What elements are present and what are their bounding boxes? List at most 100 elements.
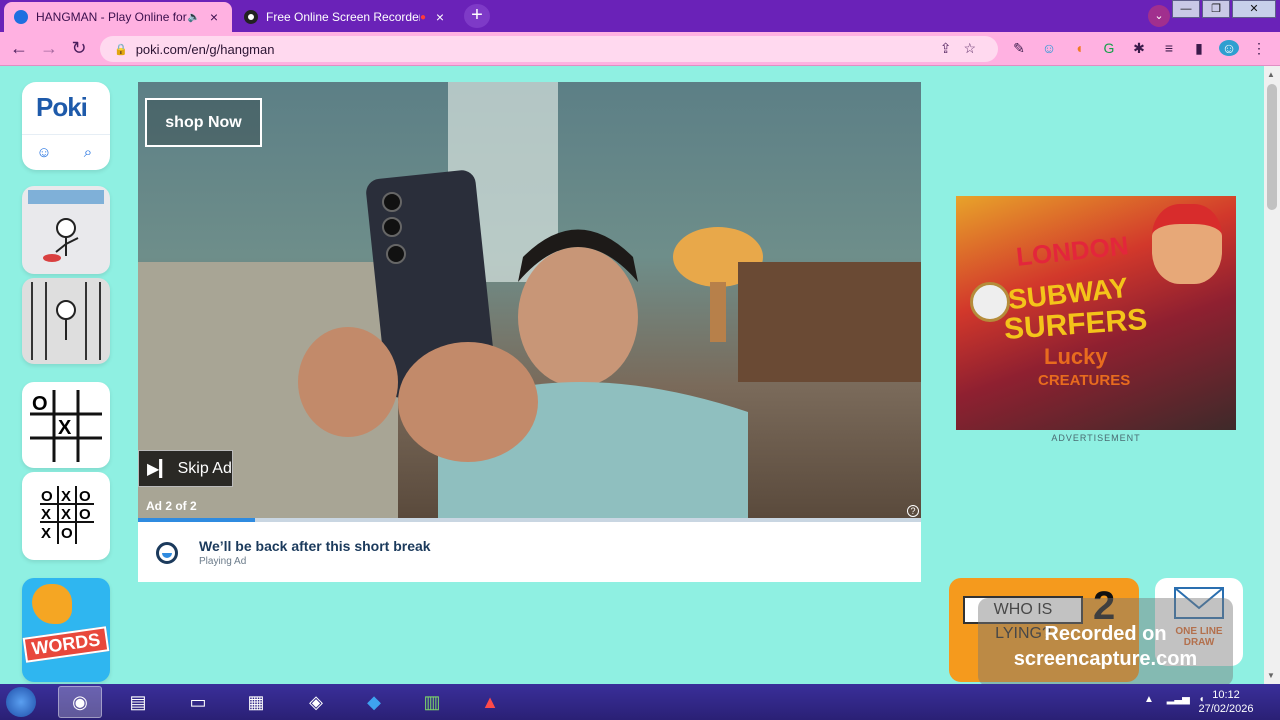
- tic-tac-toe-thumbnail-1[interactable]: O X: [22, 382, 110, 468]
- scrollbar-thumb[interactable]: [1267, 84, 1277, 210]
- ad-break-panel: We’ll be back after this short break Pla…: [138, 522, 921, 582]
- tab-screen-recorder[interactable]: Free Online Screen Recorder ● ×: [234, 2, 458, 32]
- chart-app-taskbar-icon[interactable]: ▥: [410, 686, 454, 718]
- address-bar[interactable]: 🔒 poki.com/en/g/hangman ⇪☆: [100, 36, 998, 62]
- recording-icon: ●: [419, 11, 426, 23]
- reload-icon[interactable]: ↻: [68, 38, 90, 59]
- tab-hangman[interactable]: HANGMAN - Play Online for 🔈 ×: [4, 2, 232, 32]
- poki-home-card[interactable]: Poki ☺ ⌕: [22, 82, 110, 170]
- ttt-cell: X: [41, 525, 51, 542]
- words-thumbnail[interactable]: WORDS: [22, 578, 110, 682]
- recording-watermark: Recorded on screencapture.com: [978, 598, 1233, 686]
- search-icon[interactable]: ⌕: [66, 135, 110, 170]
- media-control-icon[interactable]: ≡: [1159, 40, 1179, 56]
- skip-icon: ▶▎: [147, 460, 172, 478]
- tab-search-icon[interactable]: ⌄: [1148, 5, 1170, 27]
- windows-taskbar: ◉ ▤ ▭ ▦ ◈ ◆ ▥ ▲ ▲ ▂▃▅ ◖ 10:12 27/02/2026: [0, 684, 1280, 720]
- tab-title: Free Online Screen Recorder: [266, 10, 420, 24]
- extensions-puzzle-icon[interactable]: ✱: [1129, 40, 1149, 57]
- clock-date: 27/02/2026: [1198, 703, 1254, 715]
- poki-card-actions: ☺ ⌕: [22, 134, 110, 170]
- break-title: We’ll be back after this short break: [199, 538, 431, 554]
- hangman-illustration: [28, 190, 104, 262]
- forward-icon[interactable]: →: [38, 38, 60, 59]
- ttt-cell: X: [58, 417, 72, 439]
- address-bar-actions: ⇪☆: [940, 40, 988, 57]
- poki-loading-icon: [156, 542, 178, 564]
- tab-strip: HANGMAN - Play Online for 🔈 × Free Onlin…: [0, 0, 1280, 32]
- grammarly-extension-icon[interactable]: G: [1099, 40, 1119, 56]
- hangman-jail-illustration: [31, 282, 101, 360]
- pdf-reader-taskbar-icon[interactable]: ▲: [468, 686, 512, 718]
- video-ad[interactable]: shop Now ▶▎ Skip Ad Ad 2 of 2 ?: [138, 82, 921, 518]
- notepad-taskbar-icon[interactable]: ▤: [116, 686, 160, 718]
- scroll-down-arrow-icon[interactable]: ▼: [1267, 671, 1275, 680]
- vscode-taskbar-icon[interactable]: ◆: [352, 686, 396, 718]
- share-icon[interactable]: ⇪: [940, 40, 964, 56]
- back-icon[interactable]: ←: [8, 38, 30, 59]
- poki-logo[interactable]: Poki: [36, 92, 88, 123]
- watermark-line-2: screencapture.com: [1013, 648, 1198, 670]
- tab-title: HANGMAN - Play Online for: [36, 10, 187, 24]
- audio-extension-icon[interactable]: ◖: [1069, 40, 1089, 56]
- character-illustration: [1152, 204, 1222, 284]
- profile-avatar[interactable]: ☺: [1219, 40, 1239, 56]
- words-label: WORDS: [22, 626, 110, 663]
- pencil-extension-icon[interactable]: ✎: [1009, 40, 1029, 57]
- clock-time: 10:12: [1212, 689, 1240, 701]
- page-scrollbar[interactable]: ▲ ▼: [1264, 66, 1280, 684]
- ttt-cell: X: [61, 488, 71, 505]
- subway-surfers-ad[interactable]: LONDON SUBWAY SURFERS Lucky CREATURES: [956, 196, 1236, 430]
- ad-title-line: LONDON: [1014, 230, 1130, 272]
- chrome-taskbar-icon[interactable]: ◉: [58, 686, 102, 718]
- paint-taskbar-icon[interactable]: ◈: [294, 686, 338, 718]
- ad-video-frame: [138, 82, 921, 518]
- lock-icon[interactable]: 🔒: [114, 43, 128, 56]
- bookmark-star-icon[interactable]: ☆: [963, 40, 988, 56]
- ttt-cell: O: [79, 506, 91, 523]
- ttt-cell: O: [41, 488, 53, 505]
- url-text: poki.com/en/g/hangman: [135, 41, 275, 57]
- start-button[interactable]: [6, 687, 36, 717]
- side-panel-icon[interactable]: ▮: [1189, 40, 1209, 57]
- ttt-cell: O: [61, 525, 73, 542]
- close-tab-icon[interactable]: ×: [206, 9, 222, 25]
- minimize-button[interactable]: —: [1172, 0, 1200, 18]
- ad-counter: Ad 2 of 2: [146, 499, 197, 513]
- skip-ad-label: Skip Ad: [177, 459, 232, 477]
- taskbar-clock[interactable]: 10:12 27/02/2026: [1196, 688, 1256, 716]
- screen-recorder-favicon-icon: [244, 10, 258, 24]
- tic-tac-toe-thumbnail-2[interactable]: O X O X X O X O: [22, 472, 110, 560]
- hangman-thumbnail-2[interactable]: [22, 278, 110, 364]
- watermark-line-1: Recorded on: [1044, 623, 1167, 645]
- new-tab-button[interactable]: +: [464, 4, 490, 28]
- ttt-cell: O: [79, 488, 91, 505]
- tray-expand-icon[interactable]: ▲: [1144, 694, 1154, 705]
- window-controls: — ❐ ✕: [1172, 0, 1276, 18]
- close-tab-icon[interactable]: ×: [432, 9, 448, 25]
- ad-title-line: CREATURES: [1038, 372, 1131, 389]
- ttt-cell: O: [32, 393, 48, 415]
- ttt-cell: X: [61, 506, 71, 523]
- maximize-button[interactable]: ❐: [1202, 0, 1230, 18]
- poki-avatar-icon[interactable]: ☺: [22, 135, 66, 170]
- close-window-button[interactable]: ✕: [1232, 0, 1276, 18]
- hangman-thumbnail-1[interactable]: [22, 186, 110, 274]
- menu-kebab-icon[interactable]: ⋮: [1249, 40, 1269, 57]
- skip-ad-button[interactable]: ▶▎ Skip Ad: [138, 450, 233, 487]
- calculator-taskbar-icon[interactable]: ▦: [234, 686, 278, 718]
- break-subtitle: Playing Ad: [199, 556, 247, 567]
- ad-title-line: Lucky: [1044, 344, 1108, 369]
- tic-tac-toe-board-large: O X: [30, 390, 102, 462]
- file-explorer-taskbar-icon[interactable]: ▭: [176, 686, 220, 718]
- speaker-icon[interactable]: 🔈: [188, 12, 200, 23]
- ad-help-icon[interactable]: ?: [907, 505, 919, 517]
- bird-illustration: [32, 584, 72, 624]
- scroll-up-arrow-icon[interactable]: ▲: [1267, 70, 1275, 79]
- poki-favicon-icon: [14, 10, 28, 24]
- tic-tac-toe-board-small: O X O X X O X O: [40, 486, 94, 544]
- shop-now-button[interactable]: shop Now: [145, 98, 262, 147]
- ttt-cell: X: [41, 506, 51, 523]
- network-icon[interactable]: ▂▃▅: [1167, 694, 1190, 705]
- face-extension-icon[interactable]: ☺: [1039, 40, 1059, 56]
